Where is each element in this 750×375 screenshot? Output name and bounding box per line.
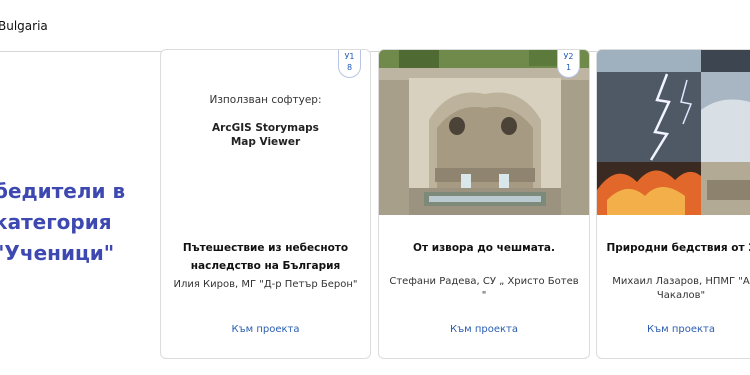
stone-fountain-photo-icon bbox=[379, 50, 589, 215]
section-heading-line-3: "Ученици" bbox=[0, 241, 115, 265]
section-heading: бедители в категория "Ученици" bbox=[0, 176, 125, 269]
project-card-2[interactable]: У2 1 От извора до чешмата. Стефани Радев… bbox=[378, 49, 590, 359]
card-title: Природни бедствия от 2 bbox=[606, 242, 750, 254]
card-author: Илия Киров, МГ "Д-р Петър Берон" bbox=[173, 279, 358, 290]
site-title[interactable]: Bulgaria bbox=[0, 19, 48, 33]
card-title: Пътешествие из небесното наследство на Б… bbox=[182, 242, 349, 272]
project-link[interactable]: Към проекта bbox=[597, 324, 750, 335]
software-name: ArcGIS Storymaps Map Viewer bbox=[212, 122, 319, 148]
section-heading-line-1: бедители в bbox=[0, 179, 126, 203]
card-author: Михаил Лазаров, НПМГ "А Чакалов" bbox=[612, 276, 750, 301]
natural-disasters-collage-photo-icon bbox=[597, 50, 750, 215]
card-author: Стефани Радева, СУ „ Христо Ботев " bbox=[389, 276, 579, 301]
project-card-1[interactable]: У1 8 Използван софтуер: ArcGIS Storymaps… bbox=[160, 49, 371, 359]
project-link[interactable]: Към проекта bbox=[161, 324, 370, 335]
rank-badge: У2 1 bbox=[557, 50, 580, 78]
rank-badge: У1 8 bbox=[338, 50, 361, 78]
software-label: Използван софтуер: bbox=[209, 94, 322, 106]
top-bar: Bulgaria bbox=[0, 0, 750, 52]
section-heading-line-2: категория bbox=[0, 210, 112, 234]
card-title: От извора до чешмата. bbox=[413, 242, 555, 254]
project-link[interactable]: Към проекта bbox=[379, 324, 589, 335]
project-card-3[interactable]: Природни бедствия от 2 Михаил Лазаров, Н… bbox=[596, 49, 750, 359]
